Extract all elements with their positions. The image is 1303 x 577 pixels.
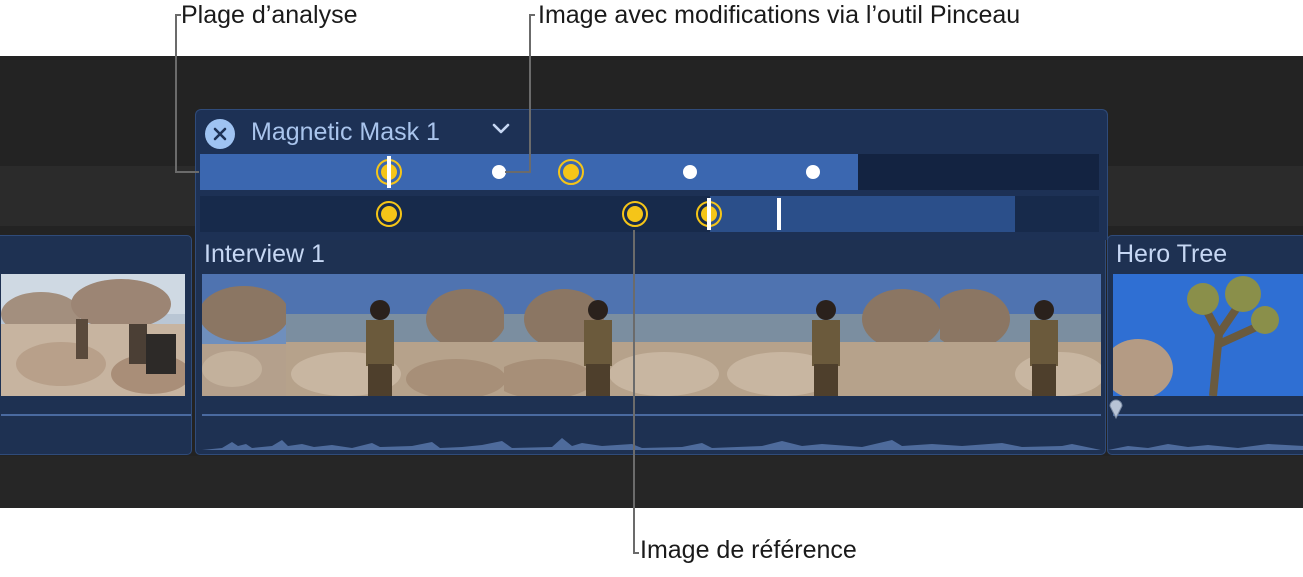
thumbnail-frame [1113, 274, 1303, 396]
audio-keyframe-icon[interactable] [1108, 396, 1124, 420]
close-x-icon[interactable] [205, 119, 235, 149]
timeline[interactable]: Interview 1 Hero Tree Magnetic Mask 1 [0, 56, 1303, 508]
mask-analysis-track[interactable] [200, 154, 1099, 190]
leader-brush-horizontal [505, 171, 531, 173]
reference-keyframe-icon[interactable] [622, 201, 648, 227]
thumbnail-frame [722, 274, 940, 396]
leader-analysis-horizontal [175, 171, 199, 173]
leader-reference-tick [633, 552, 639, 554]
mask-keyframe-track[interactable] [200, 196, 1099, 232]
reference-keyframe-icon[interactable] [558, 159, 584, 185]
leader-brush-tick [529, 14, 535, 16]
callout-brush-frame: Image avec modifications via l’outil Pin… [538, 1, 1021, 29]
clip-interview-1[interactable]: Interview 1 [195, 235, 1106, 455]
clip-title: Interview 1 [204, 240, 325, 268]
reference-keyframe-icon[interactable] [376, 201, 402, 227]
audio-waveform [1108, 444, 1303, 450]
clip-hero-tree[interactable]: Hero Tree [1107, 235, 1303, 455]
secondary-range[interactable] [710, 196, 1015, 232]
audio-waveform [202, 438, 1101, 450]
timeline-lower-band [0, 456, 1303, 508]
filmstrip-interview-1 [202, 274, 1101, 396]
thumbnail-frame [940, 274, 1101, 396]
clip-previous[interactable] [0, 235, 192, 455]
playhead-marker [707, 198, 711, 230]
range-end-marker[interactable] [777, 198, 781, 230]
thumbnail-frame [202, 274, 286, 396]
audio-volume-line[interactable] [202, 414, 1101, 416]
thumbnail-frame [1, 274, 185, 396]
callout-analysis-range: Plage d’analyse [181, 1, 358, 29]
chevron-down-icon[interactable] [492, 122, 510, 141]
callout-reference-frame: Image de référence [640, 536, 857, 564]
filmstrip-hero-tree [1113, 274, 1303, 396]
thumbnail-frame [504, 274, 722, 396]
thumbnail-frame [286, 274, 504, 396]
brush-keyframe-icon[interactable] [492, 165, 506, 179]
mask-title: Magnetic Mask 1 [251, 118, 440, 146]
leader-brush-vertical [529, 14, 531, 173]
filmstrip-previous [1, 274, 185, 396]
playhead-marker [387, 156, 391, 188]
leader-analysis-tick [175, 14, 181, 16]
leader-reference-vertical [633, 230, 635, 554]
audio-volume-line[interactable] [1, 414, 191, 416]
brush-keyframe-icon[interactable] [806, 165, 820, 179]
brush-keyframe-icon[interactable] [683, 165, 697, 179]
leader-analysis-vertical [175, 14, 177, 173]
audio-volume-line[interactable] [1113, 414, 1303, 416]
magnetic-mask-panel: Magnetic Mask 1 [195, 109, 1108, 240]
clip-title: Hero Tree [1116, 240, 1228, 268]
